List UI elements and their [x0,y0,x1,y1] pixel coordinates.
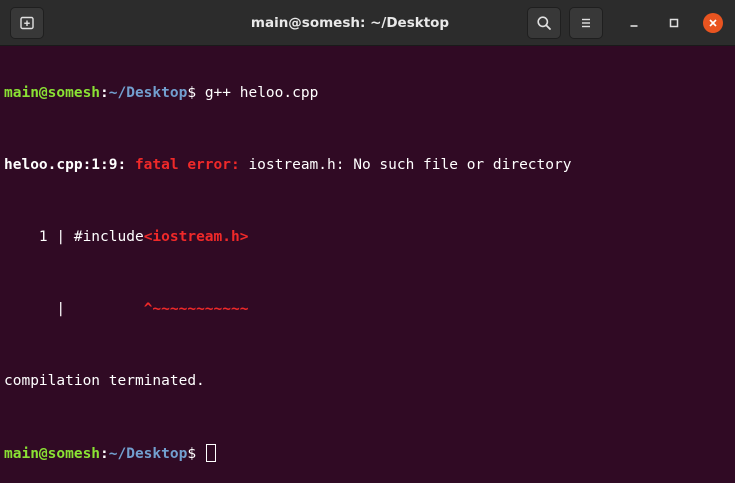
caret-line: | ^~~~~~~~~~~~ [4,300,735,318]
source-code: #include [73,229,144,245]
search-button[interactable] [527,7,561,39]
hamburger-menu-icon [582,18,590,28]
source-line: 1 | #include<iostream.h> [4,228,735,246]
title-bar: main@somesh: ~/Desktop [0,0,735,46]
minimize-button[interactable] [624,13,644,33]
prompt-user: main@somesh [4,85,101,101]
error-message: iostream.h: No such file or directory [248,157,572,173]
prompt-line: main@somesh:~/Desktop$ g++ heloo.cpp [4,84,735,102]
prompt-user: main@somesh [4,446,101,462]
search-icon [537,16,551,30]
maximize-button[interactable] [664,13,684,33]
new-tab-icon [20,16,34,30]
close-icon [709,19,717,27]
text-cursor [205,444,216,462]
caret-gutter: | [4,301,66,317]
minimize-icon [630,25,638,27]
prompt-dollar: $ [187,446,205,462]
command-text: g++ heloo.cpp [204,85,319,101]
compilation-line: compilation terminated. [4,372,735,390]
prompt-separator: : [100,446,109,462]
prompt-dollar: $ [187,85,205,101]
error-line: heloo.cpp:1:9: fatal error: iostream.h: … [4,156,735,174]
prompt-line-current: main@somesh:~/Desktop$ [4,444,735,462]
prompt-path: ~/Desktop [108,446,188,462]
source-highlight: <iostream.h> [143,229,249,245]
caret-marker: ^~~~~~~~~~~~ [143,301,249,317]
prompt-separator: : [100,85,109,101]
menu-button[interactable] [569,7,603,39]
compilation-text: compilation terminated. [4,373,205,389]
new-tab-button[interactable] [10,7,44,39]
fatal-error-label: fatal error: [134,157,240,173]
caret-padding [65,301,144,317]
terminal-window: main@somesh: ~/Desktop main@somesh:~/Des… [0,0,735,483]
prompt-path: ~/Desktop [108,85,188,101]
maximize-icon [669,18,679,28]
source-gutter: 1 | [4,229,74,245]
window-title: main@somesh: ~/Desktop [250,15,450,31]
close-button[interactable] [703,13,723,33]
terminal-output[interactable]: main@somesh:~/Desktop$ g++ heloo.cpp hel… [4,48,735,483]
error-location: heloo.cpp:1:9: [4,157,127,173]
